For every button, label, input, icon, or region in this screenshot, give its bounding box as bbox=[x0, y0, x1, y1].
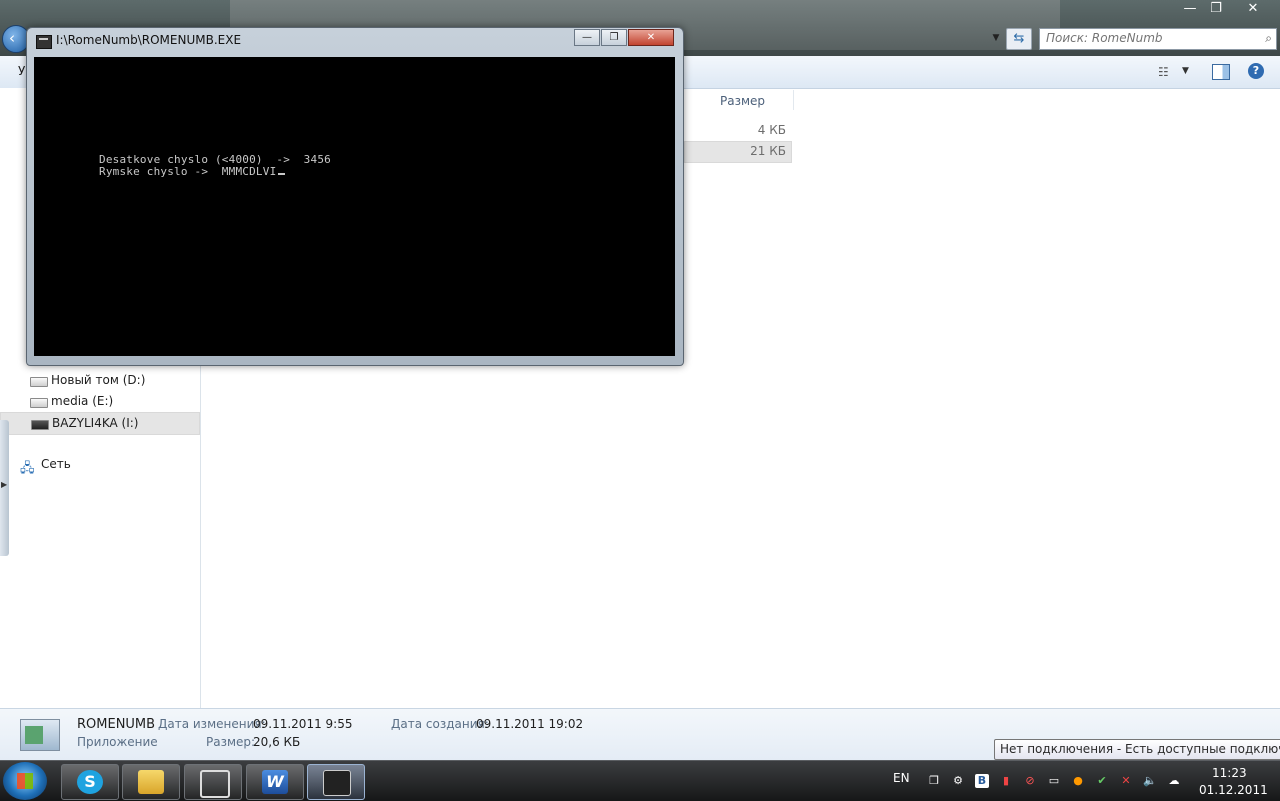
text-cursor bbox=[278, 173, 286, 175]
created-label: Дата создания: bbox=[391, 717, 489, 731]
size-label: Размер: bbox=[206, 735, 256, 749]
volume-icon[interactable]: 🔈 bbox=[1143, 774, 1157, 788]
nav-item-label: Новый том (D:) bbox=[51, 373, 146, 387]
taskbar-app-skype[interactable]: S bbox=[61, 764, 119, 800]
clock-date[interactable]: 01.12.2011 bbox=[1199, 783, 1268, 797]
created-value: 09.11.2011 19:02 bbox=[476, 717, 584, 731]
drive-icon bbox=[30, 377, 48, 387]
size-value: 20,6 КБ bbox=[253, 735, 301, 749]
console-minimize-button[interactable]: — bbox=[574, 29, 600, 46]
skype-icon: S bbox=[77, 770, 103, 794]
views-dropdown-icon[interactable]: ▼ bbox=[1182, 66, 1189, 76]
address-dropdown-icon[interactable]: ▼ bbox=[989, 30, 1003, 46]
expand-arrow-icon: ▶ bbox=[1, 480, 8, 489]
maximize-button[interactable]: ❐ bbox=[1201, 0, 1231, 18]
folder-icon bbox=[138, 770, 164, 794]
close-button[interactable]: ✕ bbox=[1238, 0, 1268, 18]
window-switch-icon bbox=[200, 770, 230, 798]
pane-splitter-handle[interactable]: ▶ bbox=[0, 420, 9, 556]
nav-item-label: BAZYLI4KA (I:) bbox=[52, 416, 139, 430]
nav-item-label: media (E:) bbox=[51, 394, 114, 408]
tray-device-icon[interactable]: ✕ bbox=[1119, 774, 1133, 788]
refresh-icon: ⇆ bbox=[1013, 31, 1025, 46]
nav-item-drive-i[interactable]: BAZYLI4KA (I:) bbox=[0, 412, 200, 435]
tray-check-icon[interactable]: ✔ bbox=[1095, 774, 1109, 788]
console-output[interactable]: Desatkove chyslo (<4000) -> 3456 Rymske … bbox=[34, 57, 675, 356]
network-icon: 🖧 bbox=[20, 461, 35, 476]
console-maximize-button[interactable]: ❐ bbox=[601, 29, 627, 46]
nav-item-drive-e[interactable]: media (E:) bbox=[0, 391, 198, 412]
organize-menu-partial[interactable]: У bbox=[18, 64, 25, 78]
console-window-icon[interactable] bbox=[36, 35, 52, 49]
taskbar-app-explorer[interactable] bbox=[122, 764, 180, 800]
tray-monitor-icon[interactable]: ▭ bbox=[1047, 774, 1061, 788]
usb-drive-icon bbox=[31, 420, 49, 430]
modified-label: Дата изменения: bbox=[158, 717, 266, 731]
console-title: I:\RomeNumb\ROMENUMB.EXE bbox=[56, 33, 242, 47]
modified-value: 09.11.2011 9:55 bbox=[253, 717, 353, 731]
column-header-size[interactable]: Размер bbox=[720, 94, 765, 108]
tray-windows-icon[interactable]: ❐ bbox=[927, 774, 941, 788]
word-icon: W bbox=[262, 770, 288, 794]
console-app-icon bbox=[323, 770, 351, 796]
start-button[interactable] bbox=[3, 762, 47, 800]
windows-logo-icon bbox=[17, 773, 33, 789]
taskbar-app-console[interactable] bbox=[307, 764, 365, 800]
taskbar-app-switcher[interactable] bbox=[184, 764, 242, 800]
back-arrow-icon: ‹ bbox=[9, 29, 15, 47]
file-size-cell: 21 КБ bbox=[750, 144, 786, 158]
console-window[interactable]: I:\RomeNumb\ROMENUMB.EXE — ❐ ✕ Desatkove… bbox=[26, 27, 684, 366]
column-divider[interactable] bbox=[793, 90, 794, 110]
search-icon[interactable]: ⌕ bbox=[1265, 31, 1272, 46]
views-icon[interactable]: ☷ bbox=[1158, 65, 1174, 79]
refresh-button[interactable]: ⇆ bbox=[1006, 28, 1032, 50]
preview-pane-icon[interactable] bbox=[1212, 64, 1230, 80]
console-close-button[interactable]: ✕ bbox=[628, 29, 674, 46]
drive-icon bbox=[30, 398, 48, 408]
search-input[interactable] bbox=[1040, 29, 1246, 47]
nav-item-drive-d[interactable]: Новый том (D:) bbox=[0, 370, 198, 391]
tray-blocked-icon[interactable]: ⊘ bbox=[1023, 774, 1037, 788]
tray-orange-icon[interactable]: ● bbox=[1071, 774, 1085, 788]
taskbar-app-word[interactable]: W bbox=[246, 764, 304, 800]
network-tray-icon[interactable]: ☁ bbox=[1167, 774, 1181, 788]
search-box[interactable]: ⌕ bbox=[1039, 28, 1277, 50]
clock-time[interactable]: 11:23 bbox=[1212, 766, 1247, 780]
language-indicator[interactable]: EN bbox=[893, 771, 910, 785]
nav-item-network[interactable]: 🖧 Сеть bbox=[0, 454, 198, 476]
nav-item-label: Сеть bbox=[41, 457, 71, 471]
tray-vk-icon[interactable]: B bbox=[975, 774, 989, 788]
details-file-type: Приложение bbox=[77, 735, 158, 749]
network-status-tooltip: Нет подключения - Есть доступные подключ… bbox=[994, 739, 1280, 760]
details-file-name: ROMENUMB bbox=[77, 717, 156, 732]
taskbar: S W EN ❐ ⚙ B ▮ ⊘ ▭ ● ✔ ✕ 🔈 ☁ 11:23 01.12… bbox=[0, 760, 1280, 801]
application-icon bbox=[20, 719, 60, 751]
console-line-output: Rymske chyslo -> MMMCDLVI bbox=[99, 165, 286, 178]
file-size-cell: 4 КБ bbox=[757, 123, 786, 137]
console-output-text: Rymske chyslo -> MMMCDLVI bbox=[99, 165, 277, 178]
tray-signal-icon[interactable]: ▮ bbox=[999, 774, 1013, 788]
tray-utility-icon[interactable]: ⚙ bbox=[951, 774, 965, 788]
help-icon[interactable]: ? bbox=[1248, 63, 1264, 79]
